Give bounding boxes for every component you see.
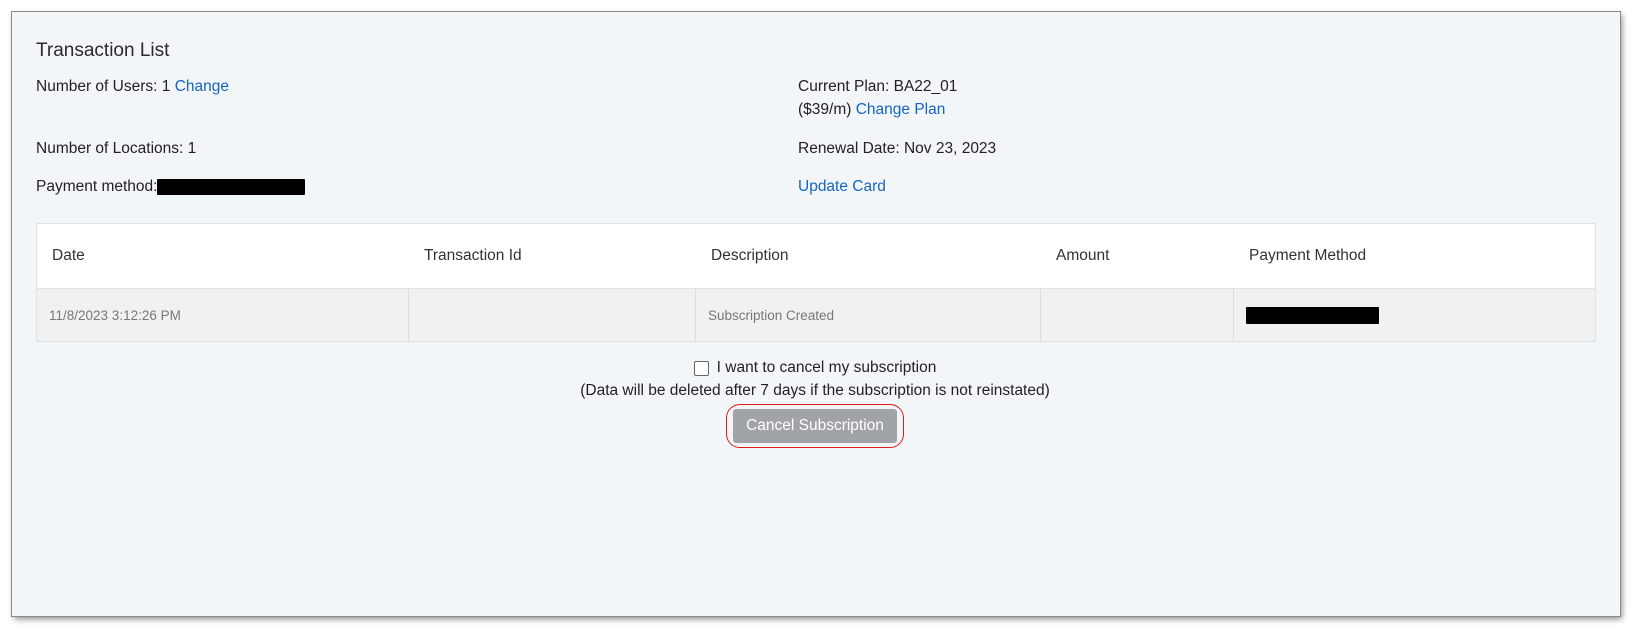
locations-row: Number of Locations: 1 [36,140,196,158]
transaction-table: Date Transaction Id Description Amount P… [36,223,1596,342]
column-header-date[interactable]: Date [37,247,409,265]
cell-description: Subscription Created [696,289,1041,341]
column-header-amount[interactable]: Amount [1041,247,1234,265]
renewal-row: Renewal Date: Nov 23, 2023 [798,140,996,158]
page-frame: Transaction List Number of Users: 1 Chan… [12,12,1620,616]
users-row: Number of Users: 1 Change [36,78,229,96]
change-users-link[interactable]: Change [175,78,229,95]
page-title: Transaction List [36,40,170,61]
cancel-confirm-label[interactable]: I want to cancel my subscription [717,359,937,377]
cancel-subscription-button[interactable]: Cancel Subscription [733,409,897,443]
plan-row: Current Plan: BA22_01 [798,78,957,96]
cancel-note: (Data will be deleted after 7 days if th… [580,382,1050,399]
redacted-payment-method [157,178,306,195]
column-header-payment-method[interactable]: Payment Method [1234,247,1595,265]
plan-price-row: ($39/m) Change Plan [798,101,945,119]
cell-date: 11/8/2023 3:12:26 PM [37,289,409,341]
column-header-transaction-id[interactable]: Transaction Id [409,247,696,265]
locations-label: Number of Locations: 1 [36,140,197,157]
highlight-ring: Cancel Subscription [726,404,904,448]
table-row[interactable]: 11/8/2023 3:12:26 PM Subscription Create… [37,289,1595,341]
cell-payment-method [1234,289,1595,341]
column-header-description[interactable]: Description [696,247,1041,265]
cancel-confirm-row: I want to cancel my subscription [36,357,1594,379]
current-plan-label: Current Plan: BA22_01 [798,78,958,95]
cancel-section: I want to cancel my subscription (Data w… [36,357,1594,448]
payment-method-label: Payment method: [36,178,158,195]
users-label: Number of Users: 1 [36,78,171,95]
table-header: Date Transaction Id Description Amount P… [37,224,1595,289]
payment-method-row: Payment method: [36,178,306,196]
update-card-row: Update Card [798,178,886,196]
change-plan-link[interactable]: Change Plan [856,101,946,118]
cell-transaction-id [409,289,696,341]
redacted-payment-method [1246,306,1379,324]
update-card-link[interactable]: Update Card [798,178,886,195]
plan-price: ($39/m) [798,101,852,118]
cell-amount [1041,289,1234,341]
renewal-date-label: Renewal Date: Nov 23, 2023 [798,140,997,157]
cancel-confirm-checkbox[interactable] [693,360,709,376]
